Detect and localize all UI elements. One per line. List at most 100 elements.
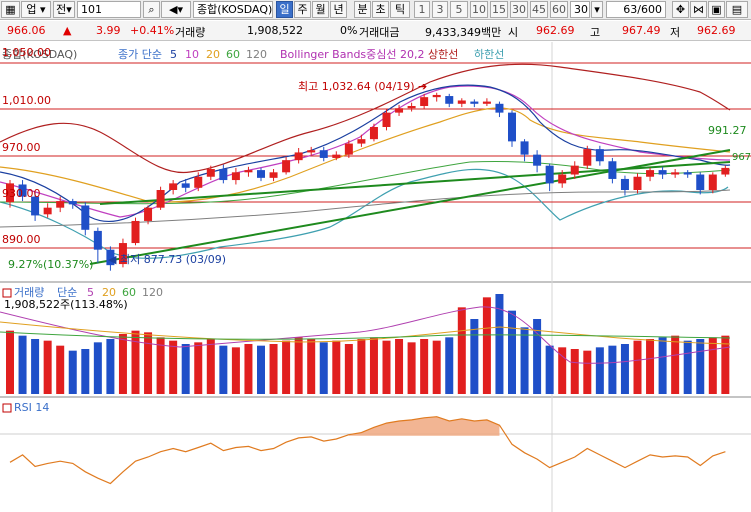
volume-bar[interactable] (319, 342, 328, 394)
candle[interactable] (595, 149, 604, 162)
interval-3[interactable]: 3 (432, 1, 448, 18)
volume-bar[interactable] (219, 345, 228, 394)
volume-bar[interactable] (81, 349, 90, 394)
candle[interactable] (68, 201, 77, 205)
candle[interactable] (369, 127, 378, 140)
period-minute[interactable]: 분 (354, 1, 371, 18)
volume-bar[interactable] (508, 310, 516, 394)
volume-bar[interactable] (482, 297, 491, 394)
candle[interactable] (608, 161, 617, 179)
candle[interactable] (620, 178, 629, 190)
candle[interactable] (43, 207, 52, 215)
volume-bar[interactable] (18, 335, 27, 394)
candle[interactable] (332, 154, 341, 158)
volume-bar[interactable] (56, 345, 65, 394)
candle[interactable] (307, 150, 316, 153)
stock-chart[interactable]: 종합(KOSDAQ) 종가 단순 5 10 20 60 120 Bollinge… (0, 42, 751, 512)
interval-1[interactable]: 1 (414, 1, 430, 18)
volume-bar[interactable] (608, 345, 617, 394)
volume-bar[interactable] (6, 330, 14, 394)
candle[interactable] (93, 230, 102, 250)
volume-bar[interactable] (369, 337, 378, 394)
period-tick[interactable]: 틱 (390, 1, 410, 18)
volume-bar[interactable] (583, 350, 592, 394)
period-month[interactable]: 월 (312, 1, 329, 18)
candle[interactable] (56, 201, 65, 208)
volume-bar[interactable] (68, 350, 77, 394)
volume-bar[interactable] (244, 344, 253, 394)
candle[interactable] (344, 143, 353, 155)
candle[interactable] (708, 174, 717, 190)
candle[interactable] (194, 176, 203, 188)
candle[interactable] (457, 100, 466, 104)
candle[interactable] (131, 220, 140, 244)
volume-bar[interactable] (181, 344, 190, 394)
volume-bar[interactable] (595, 347, 604, 394)
volume-bar[interactable] (43, 340, 52, 394)
candle[interactable] (231, 172, 240, 181)
save-icon[interactable]: ▣ (708, 1, 725, 18)
grid-icon[interactable]: ▦ (1, 1, 20, 18)
volume-bar[interactable] (646, 339, 655, 394)
candle[interactable] (294, 152, 303, 161)
candle[interactable] (432, 94, 441, 98)
candle[interactable] (633, 176, 642, 190)
candle[interactable] (206, 169, 215, 177)
candle[interactable] (219, 169, 228, 181)
type-select[interactable]: 전▾ (53, 1, 75, 18)
candle[interactable] (533, 154, 542, 166)
volume-bar[interactable] (545, 345, 554, 394)
volume-bar[interactable] (382, 340, 391, 394)
interval-10[interactable]: 10 (470, 1, 488, 18)
candle[interactable] (269, 172, 278, 178)
candle[interactable] (244, 170, 253, 173)
candle[interactable] (520, 141, 529, 155)
candle[interactable] (382, 112, 391, 127)
candle[interactable] (570, 165, 579, 175)
candle[interactable] (144, 207, 153, 221)
search-icon[interactable]: ⌕ (143, 1, 160, 18)
candle[interactable] (81, 205, 90, 230)
volume-bar[interactable] (696, 339, 705, 394)
volume-bar[interactable] (457, 307, 466, 394)
candle[interactable] (683, 172, 692, 175)
scope-select[interactable]: 업 ▾ (21, 1, 51, 18)
volume-bar[interactable] (395, 339, 404, 394)
period-week[interactable]: 주 (294, 1, 311, 18)
volume-bar[interactable] (194, 342, 203, 394)
candle[interactable] (721, 167, 730, 175)
candle[interactable] (169, 183, 178, 190)
volume-bar[interactable] (231, 347, 240, 394)
candle[interactable] (658, 170, 667, 175)
period-second[interactable]: 초 (372, 1, 389, 18)
candle[interactable] (583, 149, 592, 166)
volume-bar[interactable] (708, 337, 717, 394)
volume-bar[interactable] (206, 339, 215, 394)
settings-icon[interactable]: ▤ (726, 1, 748, 18)
volume-bar[interactable] (332, 340, 341, 394)
collapse-icon[interactable]: ⋈ (690, 1, 707, 18)
volume-bar[interactable] (633, 340, 642, 394)
interval-dropdown-icon[interactable]: ▾ (591, 1, 603, 18)
candle[interactable] (181, 183, 190, 188)
volume-bar[interactable] (307, 339, 316, 394)
candle[interactable] (420, 97, 429, 106)
volume-bar[interactable] (344, 344, 353, 394)
candle[interactable] (646, 170, 655, 177)
volume-bar[interactable] (257, 345, 265, 394)
candle[interactable] (445, 96, 454, 104)
candle[interactable] (407, 106, 416, 109)
period-day[interactable]: 일 (276, 1, 293, 18)
interval-30[interactable]: 30 (510, 1, 528, 18)
candle[interactable] (482, 101, 491, 104)
volume-bar[interactable] (294, 337, 303, 394)
volume-bar[interactable] (357, 339, 366, 394)
volume-bar[interactable] (420, 339, 429, 394)
interval-5[interactable]: 5 (450, 1, 468, 18)
speaker-icon[interactable]: ◀▾ (161, 1, 191, 18)
volume-bar[interactable] (131, 330, 140, 394)
volume-bar[interactable] (118, 334, 127, 394)
candle[interactable] (257, 170, 265, 178)
volume-bar[interactable] (106, 339, 115, 394)
candle[interactable] (395, 108, 404, 113)
